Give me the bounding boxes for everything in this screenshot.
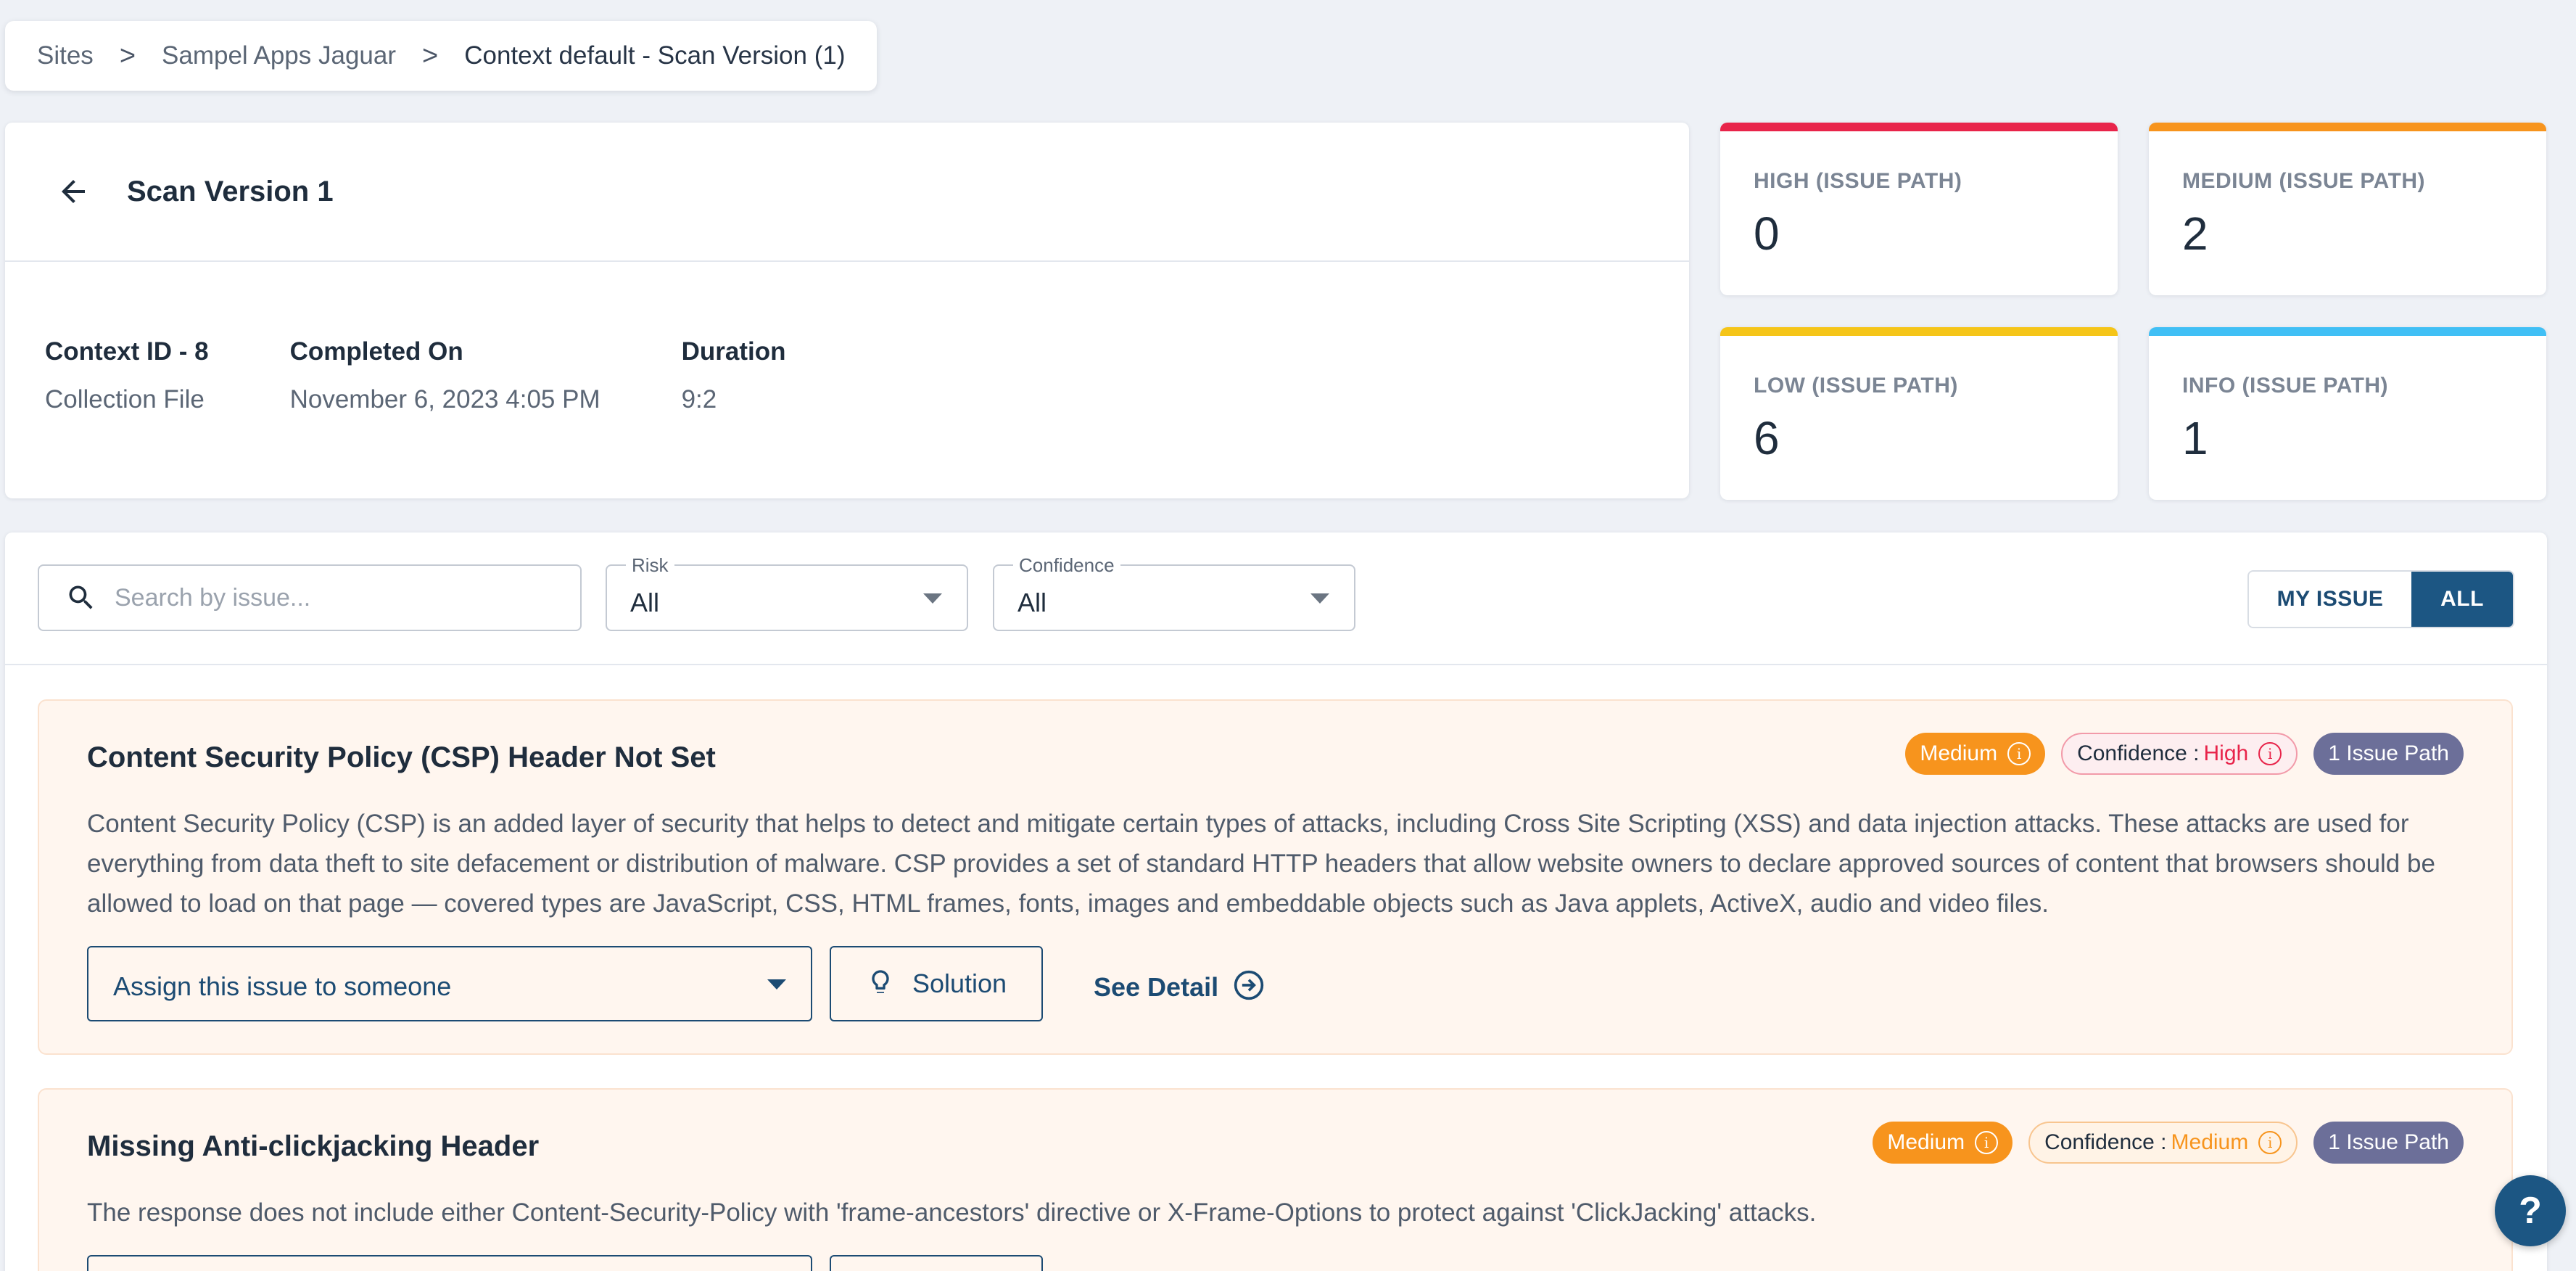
duration-label: Duration (681, 337, 786, 366)
chevron-down-icon (923, 593, 942, 604)
help-button[interactable]: ? (2495, 1175, 2566, 1246)
solution-button[interactable] (830, 1255, 1043, 1271)
page-title: Scan Version 1 (127, 175, 334, 207)
stat-card-low: LOW (ISSUE PATH) 6 (1720, 327, 2118, 500)
issue-badges: Medium i Confidence : High i 1 Issue Pat… (1889, 733, 2464, 775)
confidence-select-label: Confidence (1013, 554, 1120, 577)
risk-badge: Medium i (1873, 1122, 2013, 1164)
assign-select[interactable]: Assign this issue to someone (87, 946, 812, 1021)
stat-label: HIGH (ISSUE PATH) (1754, 169, 1962, 193)
issue-scope-toggle: MY ISSUE ALL (2247, 570, 2514, 628)
info-icon[interactable]: i (2007, 742, 2031, 765)
stat-label: MEDIUM (ISSUE PATH) (2182, 169, 2426, 193)
issue-card: Missing Anti-clickjacking Header Medium … (38, 1088, 2513, 1271)
breadcrumb-separator: > (422, 40, 439, 71)
issue-title: Content Security Policy (CSP) Header Not… (87, 741, 716, 773)
stat-value: 2 (2182, 207, 2208, 260)
filter-toolbar: Risk All Confidence All MY ISSUE ALL (5, 532, 2547, 665)
search-input[interactable] (115, 583, 550, 612)
scan-info-card: Scan Version 1 Context ID - 8 Collection… (5, 123, 1689, 498)
duration-value: 9:2 (681, 385, 717, 414)
stat-card-info: INFO (ISSUE PATH) 1 (2149, 327, 2546, 500)
breadcrumb-separator: > (119, 40, 136, 71)
risk-badge: Medium i (1905, 733, 2046, 775)
solution-button[interactable]: Solution (830, 946, 1043, 1021)
all-issues-button[interactable]: ALL (2411, 572, 2513, 627)
breadcrumb: Sites > Sampel Apps Jaguar > Context def… (5, 21, 878, 91)
solution-label: Solution (912, 968, 1007, 998)
risk-select-label: Risk (626, 554, 674, 577)
assign-select[interactable] (87, 1255, 812, 1271)
confidence-prefix: Confidence : (2044, 1130, 2167, 1154)
arrow-circle-right-icon (1218, 969, 1265, 1005)
confidence-prefix: Confidence : (2077, 741, 2200, 765)
info-icon[interactable]: i (2258, 1131, 2282, 1154)
risk-badge-label: Medium (1920, 741, 1998, 765)
breadcrumb-sites[interactable]: Sites (37, 41, 94, 70)
confidence-select[interactable]: Confidence All (993, 554, 1355, 631)
stat-value: 1 (2182, 412, 2208, 464)
context-value: Collection File (45, 385, 205, 414)
chevron-down-icon (1310, 593, 1329, 604)
stat-value: 0 (1754, 207, 1780, 260)
context-label: Context ID - 8 (45, 337, 209, 366)
stat-value: 6 (1754, 412, 1780, 464)
issue-path-badge[interactable]: 1 Issue Path (2313, 1122, 2464, 1164)
search-icon (65, 582, 97, 614)
issue-description: Content Security Policy (CSP) is an adde… (87, 810, 2435, 918)
back-arrow-icon[interactable] (56, 174, 91, 209)
completed-value: November 6, 2023 4:05 PM (289, 385, 600, 414)
chevron-down-icon (767, 979, 786, 990)
stat-card-medium: MEDIUM (ISSUE PATH) 2 (2149, 123, 2546, 295)
assign-select-value: Assign this issue to someone (113, 971, 452, 1001)
issue-description: The response does not include either Con… (87, 1198, 1817, 1227)
completed-info: Completed On November 6, 2023 4:05 PM (290, 337, 600, 414)
breadcrumb-site-name[interactable]: Sampel Apps Jaguar (162, 41, 396, 70)
issue-path-badge[interactable]: 1 Issue Path (2313, 733, 2464, 775)
confidence-select-value: All (1017, 588, 1047, 617)
scan-meta: Context ID - 8 Collection File Completed… (5, 262, 1689, 414)
my-issue-button[interactable]: MY ISSUE (2249, 572, 2411, 627)
issue-card: Content Security Policy (CSP) Header Not… (38, 699, 2513, 1055)
stat-label: INFO (ISSUE PATH) (2182, 374, 2389, 398)
lightbulb-icon (866, 968, 895, 1000)
stat-label: LOW (ISSUE PATH) (1754, 374, 1958, 398)
issue-title: Missing Anti-clickjacking Header (87, 1130, 540, 1162)
confidence-value: Medium (2171, 1130, 2249, 1154)
risk-select[interactable]: Risk All (606, 554, 968, 631)
scan-header: Scan Version 1 (5, 123, 1689, 262)
confidence-badge: Confidence : High i (2061, 733, 2298, 775)
see-detail-label: See Detail (1094, 971, 1219, 1002)
risk-select-value: All (630, 588, 660, 617)
confidence-value: High (2203, 741, 2249, 765)
stat-card-high: HIGH (ISSUE PATH) 0 (1720, 123, 2118, 295)
search-box[interactable] (38, 564, 582, 631)
context-info: Context ID - 8 Collection File (45, 337, 209, 414)
see-detail-link[interactable]: See Detail (1094, 969, 1265, 1005)
confidence-badge: Confidence : Medium i (2028, 1122, 2298, 1164)
completed-label: Completed On (289, 337, 463, 366)
duration-info: Duration 9:2 (682, 337, 786, 414)
issue-badges: Medium i Confidence : Medium i 1 Issue P… (1857, 1122, 2464, 1164)
risk-badge-label: Medium (1887, 1130, 1965, 1154)
info-icon[interactable]: i (1975, 1131, 1999, 1154)
info-icon[interactable]: i (2258, 742, 2282, 765)
breadcrumb-current: Context default - Scan Version (1) (464, 41, 846, 70)
